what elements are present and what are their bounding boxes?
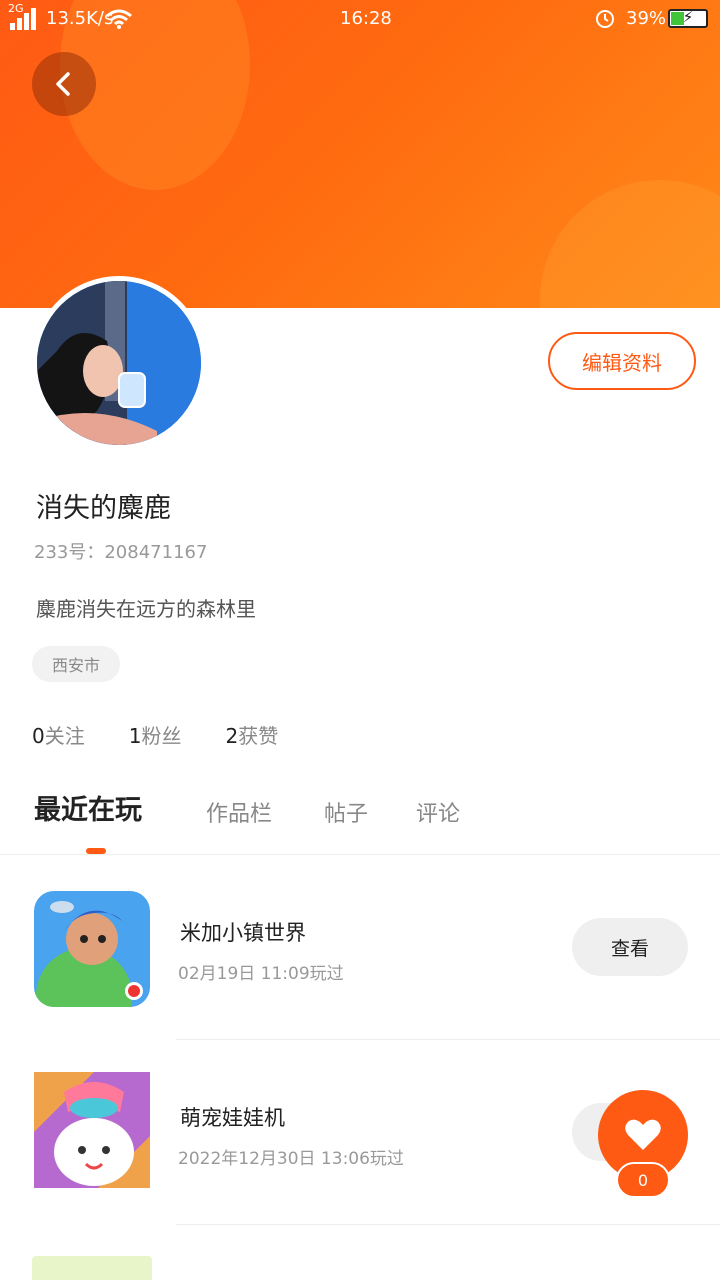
stat-number: 2 xyxy=(225,724,239,748)
wifi-icon xyxy=(106,9,132,29)
battery-percent: 39% xyxy=(626,8,667,29)
tab-recently-played[interactable]: 最近在玩 xyxy=(34,788,142,827)
last-played: 2022年12月30日 13:06玩过 xyxy=(178,1149,404,1169)
stat-followers[interactable]: 1粉丝 xyxy=(129,720,182,749)
clock: 16:28 xyxy=(340,8,392,29)
status-bar: 2G 13.5K/s 16:28 39% ⚡ xyxy=(0,0,720,40)
stat-label: 获赞 xyxy=(238,724,279,748)
last-played: 02月19日 11:09玩过 xyxy=(178,964,344,984)
alarm-icon xyxy=(596,10,614,28)
list-item[interactable]: 米加小镇世界 02月19日 11:09玩过 查看 xyxy=(0,855,720,1041)
stat-likes[interactable]: 2获赞 xyxy=(225,720,278,749)
location-tag: 西安市 xyxy=(32,646,121,682)
stat-number: 0 xyxy=(32,724,45,748)
game-icon xyxy=(34,1072,150,1188)
stat-following[interactable]: 0关注 xyxy=(32,720,85,749)
tab-posts[interactable]: 帖子 xyxy=(324,796,368,828)
edit-profile-button[interactable]: 编辑资料 xyxy=(548,332,696,390)
back-button[interactable] xyxy=(32,52,96,116)
chevron-left-icon xyxy=(56,72,70,96)
user-bio: 麋鹿消失在远方的森林里 xyxy=(36,597,256,621)
avatar-image xyxy=(37,281,201,445)
game-name: 萌宠娃娃机 xyxy=(180,1106,285,1130)
network-speed: 13.5K/s xyxy=(46,8,114,29)
like-count-badge: 0 xyxy=(616,1162,670,1198)
game-icon[interactable] xyxy=(32,1256,152,1280)
battery-icon: ⚡ xyxy=(668,8,708,28)
divider xyxy=(176,1224,720,1225)
game-name: 米加小镇世界 xyxy=(180,921,306,945)
stat-label: 粉丝 xyxy=(141,724,182,748)
profile-tabs: 最近在玩 作品栏 帖子 评论 xyxy=(34,788,714,838)
username: 消失的麋鹿 xyxy=(36,493,171,524)
avatar[interactable] xyxy=(32,276,206,450)
stat-number: 1 xyxy=(128,724,142,748)
view-button[interactable]: 查看 xyxy=(572,918,688,976)
user-id: 233号：208471167 xyxy=(34,542,208,563)
profile-stats: 0关注 1粉丝 2获赞 xyxy=(32,720,278,749)
game-icon xyxy=(34,891,150,1007)
network-type: 2G xyxy=(8,2,24,15)
stat-label: 关注 xyxy=(44,724,85,748)
tab-works[interactable]: 作品栏 xyxy=(206,796,272,828)
header-decoration xyxy=(540,180,720,308)
heart-icon xyxy=(625,1119,661,1150)
tab-comments[interactable]: 评论 xyxy=(416,796,460,828)
profile-header-background xyxy=(0,0,720,308)
